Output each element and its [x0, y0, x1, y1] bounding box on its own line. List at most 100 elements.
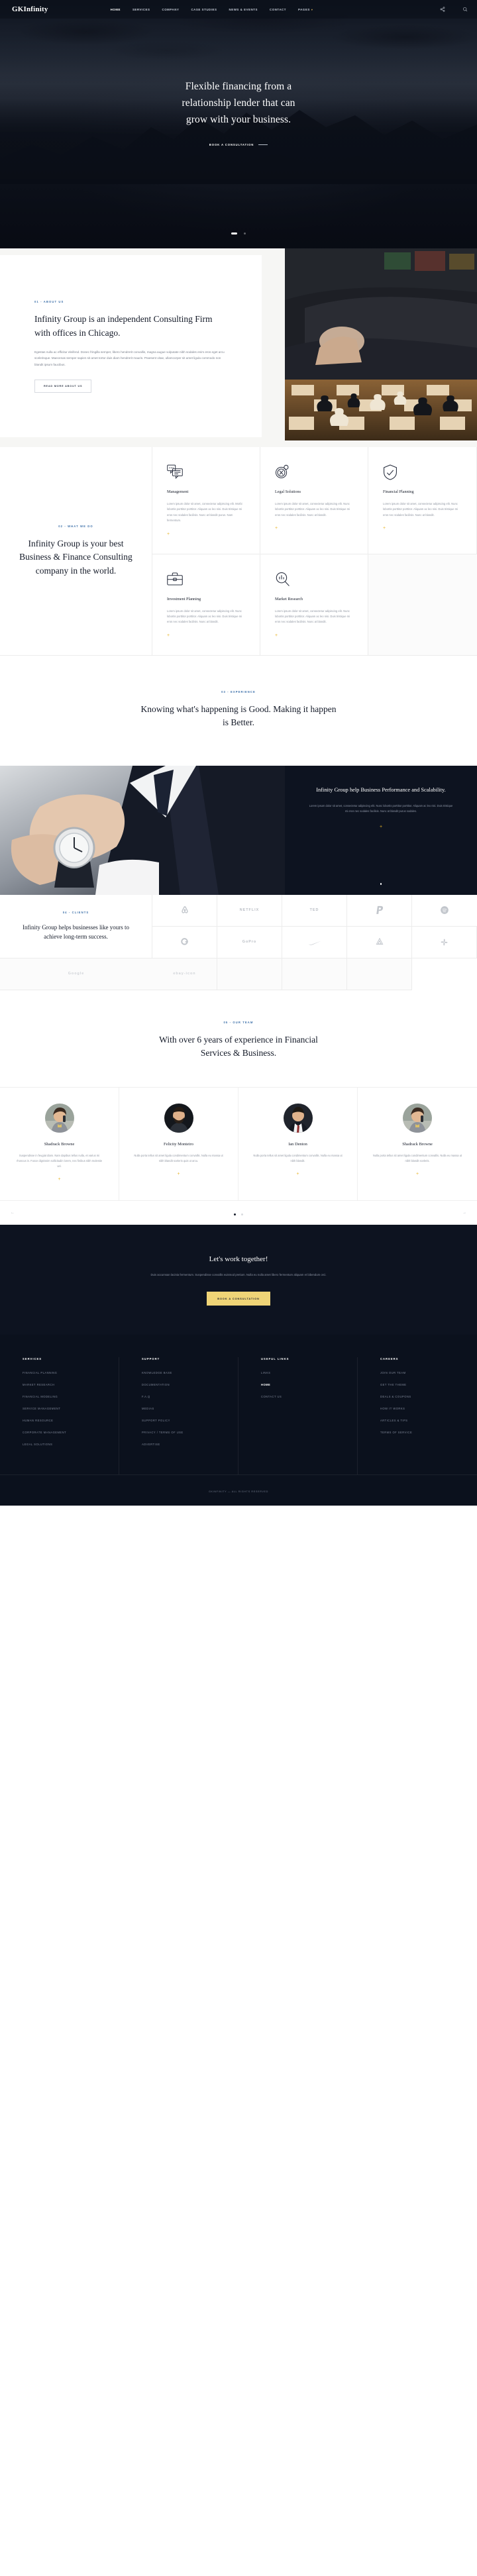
service-text: Lorem ipsum dolor sit amet, consectetur …	[275, 609, 350, 624]
team-member-card[interactable]: Shadrack Browne Nulla porta tellus sit a…	[358, 1088, 477, 1201]
arrow-right-icon[interactable]: →	[462, 1211, 466, 1215]
performance-dot-1[interactable]	[380, 883, 382, 885]
footer-link[interactable]: HOW IT WORKS	[380, 1407, 462, 1410]
nav-item-services[interactable]: SERVICES	[132, 8, 150, 11]
hero-title-line-2: relationship lender that can	[182, 97, 295, 109]
team-plus-icon[interactable]: +	[134, 1172, 223, 1176]
magnifier-chart-icon	[275, 572, 353, 588]
performance-slider-dots[interactable]	[285, 876, 477, 888]
arrow-line-icon	[258, 144, 268, 146]
footer-link[interactable]: SUPPORT POLICY	[142, 1419, 223, 1422]
client-logo-cell[interactable]: NETFLIX	[217, 894, 282, 927]
service-card-financial-planning[interactable]: Financial Planning Lorem ipsum dolor sit…	[368, 447, 477, 554]
team-member-card[interactable]: Ian Denton Nulla porta tellus sit amet l…	[238, 1087, 358, 1201]
cta-section: Let's work together! Duis accumsan lacin…	[0, 1225, 477, 1335]
footer-link[interactable]: SERVICE MANAGEMENT	[23, 1407, 104, 1410]
avatar	[283, 1103, 313, 1133]
team-member-card[interactable]: Felicity Monteiro Nulla porta tellus sit…	[119, 1087, 238, 1201]
footer-link[interactable]: GET THE THEME	[380, 1383, 462, 1386]
footer-column-title: USEFUL LINKS	[261, 1357, 290, 1361]
footer-column-title: SERVICES	[23, 1357, 42, 1361]
footer-link[interactable]: F.A.Q	[142, 1395, 223, 1398]
client-logo-cell[interactable]	[412, 895, 477, 927]
service-title: Management	[167, 489, 189, 494]
service-plus-icon[interactable]: +	[275, 633, 353, 638]
client-logo-cell[interactable]	[347, 926, 412, 958]
footer-link[interactable]: ARTICLES & TIPS	[380, 1419, 462, 1422]
client-logo-cell[interactable]	[152, 894, 217, 927]
footer-link-home[interactable]: HOME	[261, 1383, 343, 1386]
share-icon[interactable]	[440, 7, 445, 12]
nav-item-company[interactable]: COMPANY	[162, 8, 179, 11]
service-card-legal-solutions[interactable]: Legal Solutions Lorem ipsum dolor sit am…	[260, 447, 368, 554]
team-member-card[interactable]: Shadrack Browne Suspendisse in feugiat d…	[0, 1087, 119, 1201]
footer-link[interactable]: PRIVACY / TERMS OF USE	[142, 1431, 223, 1434]
footer-link[interactable]: CONTACT US	[261, 1395, 343, 1398]
main-navigation[interactable]: GKInfinity HOME SERVICES COMPANY CASE ST…	[0, 0, 477, 19]
service-card-market-research[interactable]: Market Research Lorem ipsum dolor sit am…	[260, 554, 368, 656]
hero-dot-1[interactable]	[231, 232, 237, 234]
footer-column-title: CAREERS	[380, 1357, 399, 1361]
client-logo-cell[interactable]: Google	[0, 958, 152, 990]
about-read-more-button[interactable]: READ MORE ABOUT US	[34, 380, 92, 393]
footer-link[interactable]: MEDIAS	[142, 1407, 223, 1410]
service-title: Market Research	[275, 596, 303, 601]
footer-link[interactable]: FINANCIAL PLANNING	[23, 1371, 104, 1374]
team-dot-2[interactable]	[241, 1213, 244, 1216]
team-slider-dots[interactable]	[233, 1207, 244, 1219]
footer-link[interactable]: HUMAN RESOURCE	[23, 1419, 104, 1422]
footer-link[interactable]: MARKET RESEARCH	[23, 1383, 104, 1386]
footer-link[interactable]: DOCUMENTATION	[142, 1383, 223, 1386]
footer-link[interactable]: ADVERTISE	[142, 1443, 223, 1446]
nav-item-contact[interactable]: CONTACT	[270, 8, 286, 11]
footer-column-support: SUPPORT KNOWLEDGE BASE DOCUMENTATION F.A…	[119, 1357, 238, 1474]
service-card-investment-planning[interactable]: Investment Planning Lorem ipsum dolor si…	[152, 554, 260, 656]
nav-item-pages[interactable]: PAGES ▾	[298, 8, 313, 11]
service-plus-icon[interactable]: +	[275, 526, 353, 531]
nav-item-news-events[interactable]: NEWS & EVENTS	[229, 8, 258, 11]
client-logo-cell[interactable]: GoPro	[217, 926, 282, 958]
service-plus-icon[interactable]: +	[167, 532, 245, 537]
footer-link[interactable]: LINKS	[261, 1371, 343, 1374]
service-plus-icon[interactable]: +	[167, 633, 245, 638]
gopro-logo: GoPro	[242, 940, 257, 945]
client-logo-cell[interactable]: TED	[282, 894, 347, 927]
performance-plus-icon[interactable]: +	[307, 825, 454, 829]
footer-link[interactable]: KNOWLEDGE BASE	[142, 1371, 223, 1374]
hero-title-line-1: Flexible financing from a	[185, 81, 292, 92]
client-logo-cell[interactable]	[152, 926, 217, 958]
client-logo-cell[interactable]	[282, 926, 347, 958]
footer-link[interactable]: CORPORATE MANAGEMENT	[23, 1431, 104, 1434]
team-plus-icon[interactable]: +	[372, 1172, 462, 1176]
service-title: Investment Planning	[167, 596, 201, 601]
footer-link[interactable]: LEGAL SOLUTIONS	[23, 1443, 104, 1446]
team-plus-icon[interactable]: +	[15, 1177, 104, 1182]
service-card-management[interactable]: Management Lorem ipsum dolor sit amet, c…	[152, 447, 260, 554]
about-heading: Infinity Group is an independent Consult…	[34, 314, 213, 338]
team-slider-controls[interactable]: ← →	[0, 1200, 477, 1225]
arrow-left-icon[interactable]: ←	[11, 1211, 15, 1215]
hero-dot-2[interactable]	[244, 232, 246, 234]
footer-link[interactable]: TERMS OF SERVICE	[380, 1431, 462, 1434]
search-icon[interactable]	[462, 7, 468, 12]
hero-slider-dots[interactable]	[0, 226, 477, 238]
footer-link[interactable]: DEALS & COUPONS	[380, 1395, 462, 1398]
nav-item-home[interactable]: HOME	[111, 8, 121, 11]
service-plus-icon[interactable]: +	[383, 526, 462, 531]
team-plus-icon[interactable]: +	[253, 1172, 343, 1176]
client-logo-cell[interactable]	[347, 894, 412, 927]
footer-link[interactable]: JOIN OUR TEAM	[380, 1371, 462, 1374]
clients-section: 04 - CLIENTS Infinity Group helps busine…	[0, 894, 477, 990]
site-logo[interactable]: GKInfinity	[12, 5, 48, 13]
nav-item-case-studies[interactable]: CASE STUDIES	[191, 8, 217, 11]
footer-link[interactable]: FINANCIAL MODELING	[23, 1395, 104, 1398]
nav-right-icons[interactable]	[440, 7, 468, 12]
service-text: Lorem ipsum dolor sit amet, consectetur …	[167, 609, 242, 624]
hero-cta-button[interactable]: BOOK A CONSULTATION	[209, 143, 268, 146]
nav-links[interactable]: HOME SERVICES COMPANY CASE STUDIES NEWS …	[111, 8, 313, 11]
client-logo-cell[interactable]	[412, 926, 477, 958]
team-dot-1[interactable]	[233, 1213, 236, 1216]
client-logo-cell[interactable]: ebay-icon	[152, 958, 217, 990]
cta-button[interactable]: BOOK A CONSULTATION	[207, 1291, 270, 1306]
shield-icon	[383, 464, 462, 480]
